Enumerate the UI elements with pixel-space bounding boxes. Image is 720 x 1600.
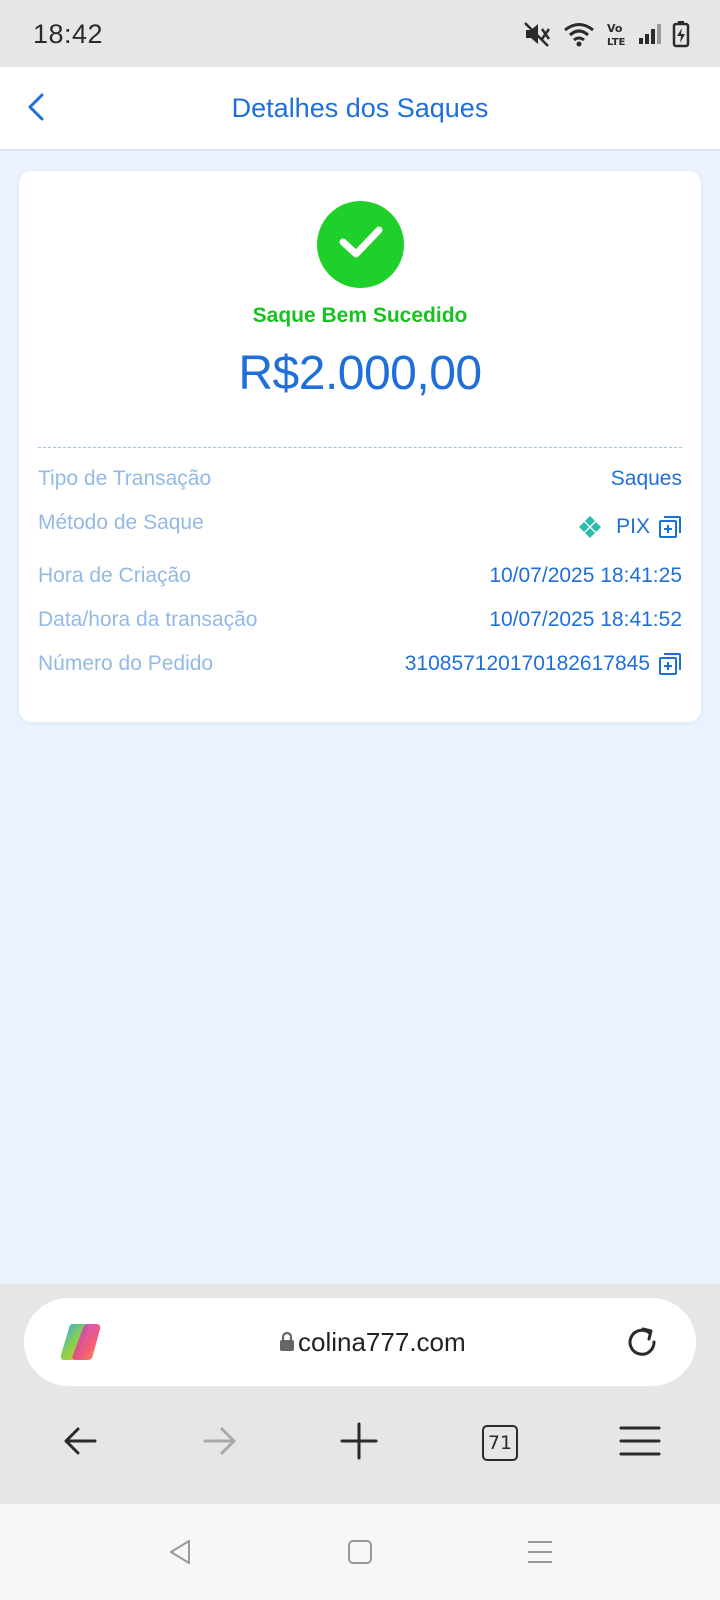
detail-row-creation-time: Hora de Criação 10/07/2025 18:41:25 [38,564,682,594]
detail-label: Método de Saque [38,511,204,534]
wifi-icon [562,20,596,48]
battery-charging-icon [672,20,690,48]
tab-count: 71 [487,1432,513,1454]
back-arrow-icon [62,1426,98,1461]
transaction-datetime-value: 10/07/2025 18:41:52 [489,608,682,631]
checkmark-icon [337,222,385,267]
mute-icon [522,20,552,48]
back-triangle-icon [167,1538,193,1571]
detail-label: Hora de Criação [38,564,191,587]
page-title: Detalhes dos Saques [231,93,489,123]
reload-icon[interactable] [622,1322,662,1367]
divider [38,447,682,448]
system-home-button[interactable] [338,1532,382,1576]
withdrawal-details-card: Saque Bem Sucedido R$2.000,00 Tipo de Tr… [19,171,701,722]
detail-value: Saques [611,467,682,491]
app-header: Detalhes dos Saques [0,67,720,151]
amount: R$2.000,00 [238,347,482,400]
detail-row-order-number: Número do Pedido 310857120170182617845 [38,652,682,682]
menu-button[interactable] [610,1413,670,1473]
status-time: 18:42 [33,19,104,49]
browser-toolbar: colina777.com 71 [0,1284,720,1504]
detail-row-transaction-type: Tipo de Transação Saques [38,467,682,497]
pix-icon [578,515,602,539]
creation-time-value: 10/07/2025 18:41:25 [489,564,682,587]
address-bar[interactable]: colina777.com [24,1298,696,1386]
detail-label: Tipo de Transação [38,467,212,490]
browser-nav: 71 [0,1403,720,1483]
detail-row-withdrawal-method: Método de Saque PIX [38,511,682,541]
detail-label: Data/hora da transação [38,608,258,631]
forward-arrow-icon [202,1426,238,1461]
browser-forward-button[interactable] [190,1413,250,1473]
detail-value: 10/07/2025 18:41:25 [489,564,682,588]
signal-icon [638,22,662,46]
status-text: Saque Bem Sucedido [252,304,468,327]
copilot-icon[interactable] [58,1320,104,1364]
status-bar: 18:42 Vo LTE [0,0,720,67]
detail-value: PIX [578,515,682,539]
copy-icon[interactable] [658,652,682,676]
detail-label: Número do Pedido [38,652,214,675]
tabs-icon: 71 [482,1425,518,1461]
detail-value: 10/07/2025 18:41:52 [489,608,682,632]
svg-text:Vo: Vo [607,22,623,35]
withdrawal-method-value: PIX [616,515,650,538]
transaction-type-value: Saques [610,467,682,490]
order-number-value: 310857120170182617845 [404,652,650,675]
new-tab-button[interactable] [329,1413,389,1473]
success-badge [317,201,404,288]
tabs-button[interactable]: 71 [470,1413,530,1473]
status-icons: Vo LTE [522,18,690,50]
browser-back-button[interactable] [50,1413,110,1473]
menu-icon [619,1425,661,1462]
lock-icon [279,1331,295,1357]
detail-row-transaction-datetime: Data/hora da transação 10/07/2025 18:41:… [38,608,682,638]
system-nav-bar [0,1504,720,1600]
volte-icon: Vo LTE [606,20,628,48]
system-back-button[interactable] [158,1532,202,1576]
recents-icon [526,1539,554,1570]
copy-icon[interactable] [658,515,682,539]
url-text[interactable]: colina777.com [298,1327,466,1358]
svg-text:LTE: LTE [607,37,626,48]
system-recents-button[interactable] [518,1532,562,1576]
detail-value: 310857120170182617845 [405,652,682,676]
home-square-icon [347,1539,373,1570]
plus-icon [340,1422,378,1465]
